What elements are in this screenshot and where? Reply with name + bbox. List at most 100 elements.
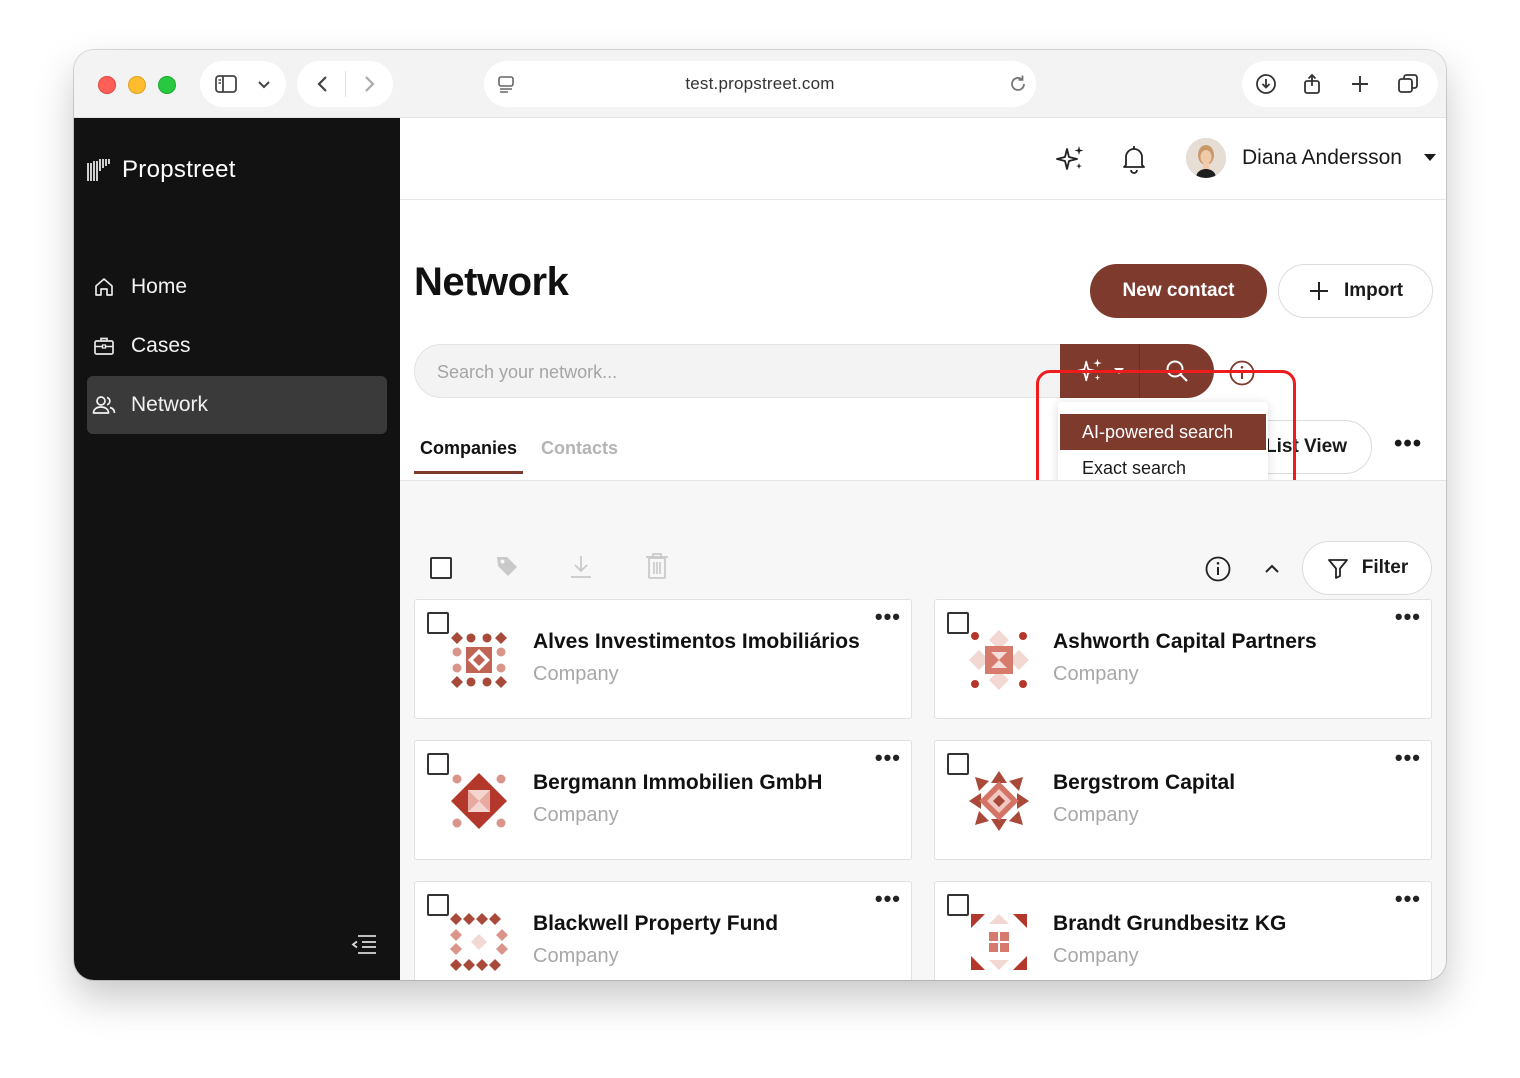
companies-list-area: Filter ••• Alves Investimentos Imobiliár… [400,480,1446,980]
company-name[interactable]: Brandt Grundbesitz KG [1053,912,1286,936]
select-all-checkbox[interactable] [430,557,452,579]
page-title: Network [414,260,569,304]
company-card[interactable]: ••• Alves Investimentos Imobiliários Com… [414,599,912,719]
sidebar-item-label: Home [131,275,188,298]
card-checkbox[interactable] [427,894,449,916]
card-checkbox[interactable] [947,894,969,916]
minimize-window-button[interactable] [128,76,146,94]
user-avatar[interactable] [1186,138,1226,178]
company-type: Company [533,804,619,826]
company-name[interactable]: Bergstrom Capital [1053,771,1235,795]
ai-sparkle-icon [1075,358,1102,382]
company-name[interactable]: Bergmann Immobilien GmbH [533,771,822,795]
company-logo-icon [969,630,1029,690]
app-topbar: Diana Andersson [400,118,1446,200]
search-icon [1166,360,1188,382]
company-type: Company [1053,663,1139,685]
browser-toolbar: test.propstreet.com [74,50,1446,118]
info-icon[interactable] [1228,359,1256,387]
forward-icon[interactable] [357,72,381,96]
info-icon[interactable] [1204,555,1232,583]
card-checkbox[interactable] [947,612,969,634]
company-name[interactable]: Ashworth Capital Partners [1053,630,1317,654]
card-more-icon[interactable]: ••• [875,745,901,771]
download-icon[interactable] [568,553,594,581]
trash-icon[interactable] [644,551,670,581]
company-card[interactable]: ••• Ashworth Capital Partners Company [934,599,1432,719]
chevron-up-icon[interactable] [1262,559,1282,579]
sidebar-item-network[interactable]: Network [87,376,387,434]
main-content: Diana Andersson Network New contact Impo… [400,118,1446,980]
browser-window: test.propstreet.com Propstreet Home Case… [74,50,1446,980]
company-card[interactable]: ••• Bergmann Immobilien GmbH Company [414,740,912,860]
tag-icon[interactable] [494,553,520,579]
sidebar-icon[interactable] [214,72,238,96]
page-icon [498,76,514,93]
maximize-window-button[interactable] [158,76,176,94]
brand-logo[interactable]: Propstreet [86,156,236,184]
search-input[interactable] [437,360,1017,384]
search-mode-toggle[interactable] [1060,344,1140,398]
back-icon[interactable] [311,72,335,96]
search-button-group [1060,344,1214,398]
company-card[interactable]: ••• Brandt Grundbesitz KG Company [934,881,1432,980]
sidebar-item-label: Cases [131,334,191,357]
card-checkbox[interactable] [427,612,449,634]
card-checkbox[interactable] [947,753,969,775]
share-icon[interactable] [1300,72,1324,96]
card-checkbox[interactable] [427,753,449,775]
app-sidebar: Propstreet Home Cases Network [74,118,400,980]
import-button[interactable]: Import [1278,264,1433,318]
tab-contacts[interactable]: Contacts [535,434,624,474]
filter-button[interactable]: Filter [1302,541,1432,595]
card-more-icon[interactable]: ••• [875,604,901,630]
caret-down-icon[interactable] [1424,154,1436,161]
sidebar-item-home[interactable]: Home [87,258,387,316]
download-icon[interactable] [1254,72,1278,96]
card-more-icon[interactable]: ••• [875,886,901,912]
reload-icon[interactable] [1006,72,1030,96]
filter-icon [1327,559,1348,579]
more-options-icon[interactable]: ••• [1394,430,1422,458]
brand-name: Propstreet [122,156,236,183]
card-more-icon[interactable]: ••• [1395,886,1421,912]
user-name[interactable]: Diana Andersson [1242,146,1402,170]
card-more-icon[interactable]: ••• [1395,604,1421,630]
checkbox[interactable] [430,557,452,579]
chevron-down-icon[interactable] [252,72,276,96]
home-icon [91,274,117,300]
company-type: Company [1053,945,1139,967]
sidebar-item-cases[interactable]: Cases [87,317,387,375]
company-card[interactable]: ••• Blackwell Property Fund Company [414,881,912,980]
caret-down-icon [1113,368,1124,374]
company-type: Company [533,663,619,685]
briefcase-icon [91,333,117,359]
tab-companies[interactable]: Companies [414,434,524,474]
propstreet-logo-icon [87,159,110,181]
collapse-sidebar-icon[interactable] [350,932,378,956]
company-type: Company [533,945,619,967]
close-window-button[interactable] [98,76,116,94]
import-label: Import [1343,280,1404,301]
company-name[interactable]: Alves Investimentos Imobiliários [533,630,860,654]
users-icon [91,392,117,418]
plus-icon [1309,282,1328,300]
company-name[interactable]: Blackwell Property Fund [533,912,778,936]
address-bar[interactable]: test.propstreet.com [484,61,1036,107]
company-card[interactable]: ••• Bergstrom Capital Company [934,740,1432,860]
company-logo-icon [971,914,1027,970]
menu-item-ai-search[interactable]: AI-powered search [1060,414,1266,450]
search-submit-button[interactable] [1140,344,1214,398]
new-tab-icon[interactable] [1348,72,1372,96]
company-logo-icon [450,913,508,971]
tab-bar: Companies Contacts [414,434,624,474]
divider [345,71,346,97]
notification-bell-icon[interactable] [1120,144,1148,174]
history-nav-group [297,61,393,107]
new-contact-button[interactable]: New contact [1090,264,1267,318]
tabs-overview-icon[interactable] [1396,72,1420,96]
company-logo-icon [451,773,507,829]
card-more-icon[interactable]: ••• [1395,745,1421,771]
search-field-wrapper [414,344,1064,398]
ai-sparkle-icon[interactable] [1056,144,1086,174]
